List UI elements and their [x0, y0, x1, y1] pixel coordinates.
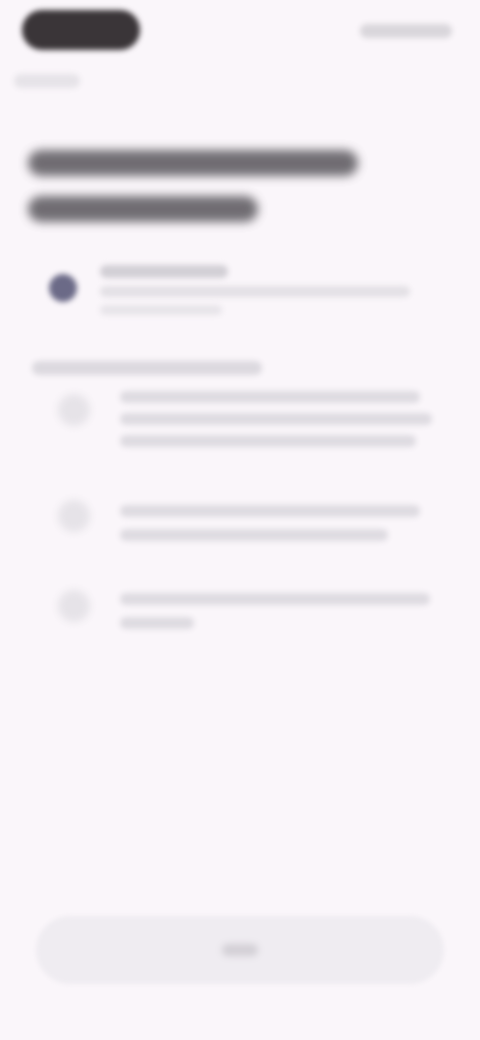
page-title-line-1	[28, 150, 358, 176]
account-subtext	[100, 305, 222, 315]
page-title-line-2	[28, 196, 258, 222]
permission-icon	[58, 500, 90, 532]
back-link[interactable]	[14, 74, 80, 88]
permission-text	[120, 593, 430, 605]
permission-text	[120, 413, 432, 425]
permission-text	[120, 435, 416, 447]
account-avatar-icon	[49, 274, 77, 302]
permission-icon	[58, 394, 90, 426]
account-name	[100, 265, 228, 278]
permission-text	[120, 391, 420, 403]
permission-text	[120, 505, 420, 517]
continue-button-label	[222, 944, 258, 956]
account-email	[100, 286, 410, 297]
permissions-heading	[32, 361, 262, 375]
permission-text	[120, 617, 194, 629]
permission-icon	[58, 590, 90, 622]
status-indicators	[360, 24, 452, 38]
status-time	[22, 10, 140, 50]
screen	[0, 0, 480, 1040]
permission-text	[120, 529, 388, 541]
continue-button[interactable]	[36, 916, 444, 984]
